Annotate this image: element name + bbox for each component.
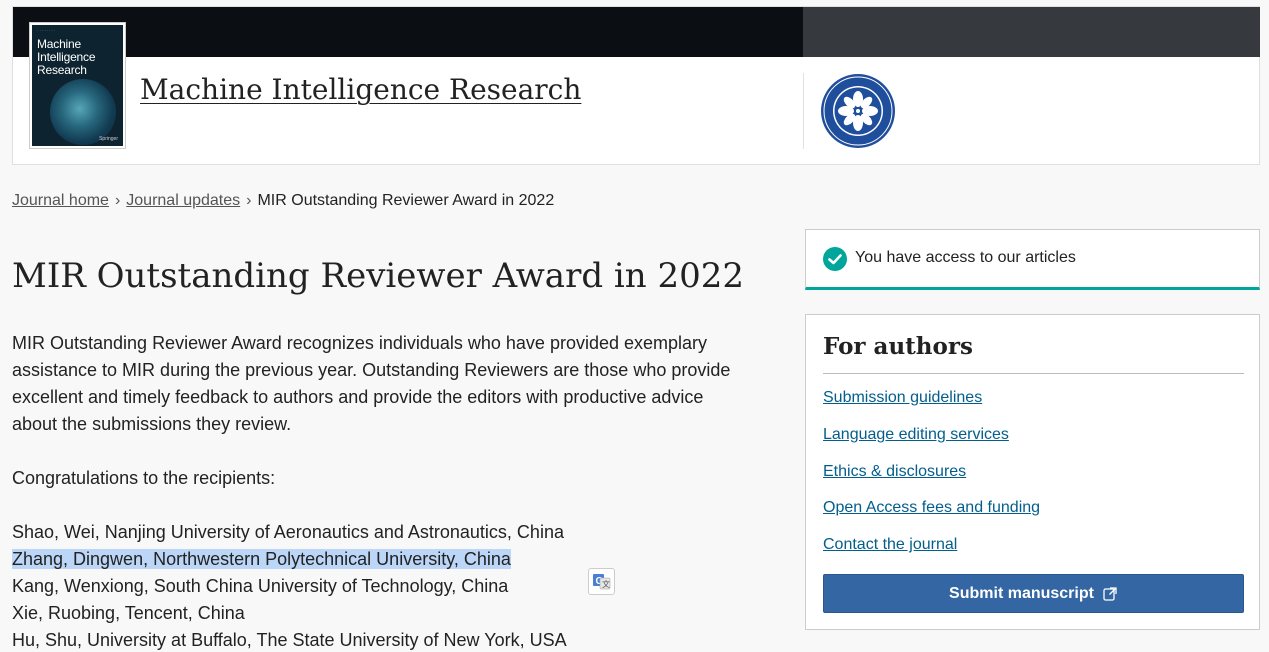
header-divider bbox=[803, 73, 804, 149]
for-authors-heading: For authors bbox=[823, 333, 973, 360]
breadcrumb: Journal home › Journal updates › MIR Outstan… bbox=[12, 192, 554, 210]
header-grey-band bbox=[803, 7, 1260, 57]
chinese-academy-of-sciences-logo[interactable] bbox=[820, 73, 896, 149]
access-text: You have access to our articles bbox=[855, 249, 1076, 266]
breadcrumb-journal-home[interactable]: Journal home bbox=[12, 192, 109, 209]
svg-text:文: 文 bbox=[602, 579, 610, 589]
recipient-item: Xie, Ruobing, Tencent, China bbox=[12, 603, 245, 623]
header-dark-band bbox=[13, 7, 803, 57]
breadcrumb-journal-updates[interactable]: Journal updates bbox=[126, 192, 240, 209]
recipient-item: Hu, Shu, University at Buffalo, The Stat… bbox=[12, 630, 567, 650]
google-translate-icon[interactable]: G 文 bbox=[588, 568, 615, 595]
link-contact-journal[interactable]: Contact the journal bbox=[823, 536, 957, 553]
breadcrumb-current: MIR Outstanding Reviewer Award in 2022 bbox=[257, 192, 555, 209]
check-circle-icon bbox=[823, 247, 847, 271]
breadcrumb-separator: › bbox=[246, 192, 252, 209]
link-open-access-fees[interactable]: Open Access fees and funding bbox=[823, 499, 1040, 516]
submit-manuscript-button[interactable]: Submit manuscript bbox=[823, 574, 1244, 613]
access-notice: You have access to our articles bbox=[805, 229, 1260, 290]
link-submission-guidelines[interactable]: Submission guidelines bbox=[823, 389, 982, 406]
breadcrumb-separator: › bbox=[114, 192, 121, 209]
for-authors-links: Submission guidelines Language editing s… bbox=[823, 389, 1040, 573]
link-language-editing[interactable]: Language editing services bbox=[823, 426, 1009, 443]
divider bbox=[823, 373, 1244, 374]
cover-publisher-mark: Springer bbox=[99, 136, 118, 142]
cover-title: Machine Intelligence Research bbox=[37, 37, 96, 77]
congrats-text: Congratulations to the recipients: bbox=[12, 468, 276, 488]
recipient-item-selected[interactable]: Zhang, Dingwen, Northwestern Polytechnic… bbox=[12, 549, 511, 569]
article-body: MIR Outstanding Reviewer Award recognize… bbox=[12, 330, 752, 652]
recipient-item: Kang, Wenxiong, South China University o… bbox=[12, 576, 509, 596]
submit-label: Submit manuscript bbox=[949, 584, 1094, 602]
journal-title-link[interactable]: Machine Intelligence Research bbox=[140, 73, 581, 106]
journal-cover-image[interactable]: · · · · · · · · Machine Intelligence Res… bbox=[30, 23, 125, 148]
journal-header: · · · · · · · · Machine Intelligence Res… bbox=[12, 6, 1260, 165]
cover-top-text: · · · · · · · · bbox=[37, 28, 56, 33]
for-authors-panel: For authors Submission guidelines Langua… bbox=[805, 314, 1260, 630]
page-title: MIR Outstanding Reviewer Award in 2022 bbox=[12, 256, 745, 296]
link-ethics-disclosures[interactable]: Ethics & disclosures bbox=[823, 463, 966, 480]
recipient-item: Shao, Wei, Nanjing University of Aeronau… bbox=[12, 522, 564, 542]
translate-glyph: G 文 bbox=[593, 574, 611, 590]
external-link-icon bbox=[1103, 586, 1117, 601]
intro-paragraph: MIR Outstanding Reviewer Award recognize… bbox=[12, 333, 731, 434]
